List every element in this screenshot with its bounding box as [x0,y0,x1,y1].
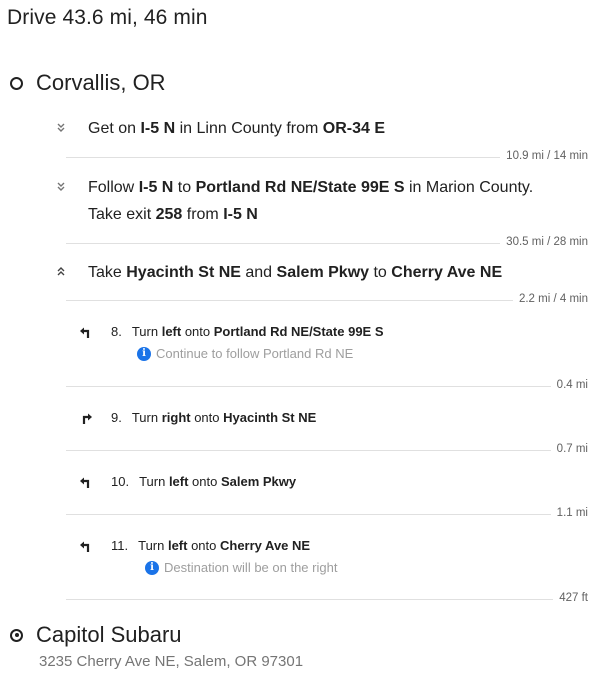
group-3-distance: 2.2 mi / 4 min [512,293,588,305]
chevron-down-icon[interactable] [55,181,67,193]
separator [66,386,588,387]
group-2-distance: 30.5 mi / 28 min [500,236,588,248]
chevron-down-icon[interactable] [55,122,67,134]
turn-left-icon [80,327,90,338]
group-1-instruction: Get on I-5 N in Linn County from OR-34 E [88,120,386,137]
turn-left-icon [80,541,90,552]
step-9-text: 9. Turn right onto Hyacinth St NE [111,410,317,425]
step-11-note: i Destination will be on the right [145,560,337,575]
step-10-text: 10. Turn left onto Salem Pkwy [111,474,297,489]
step-8-distance: 0.4 mi [550,379,588,391]
destination-row[interactable]: Capitol Subaru [10,622,182,648]
destination-name: Capitol Subaru [36,622,182,647]
origin-circle-icon [10,76,23,90]
chevron-up-icon[interactable] [55,266,67,278]
turn-right-icon [82,413,92,424]
destination-address: 3235 Cherry Ave NE, Salem, OR 97301 [39,653,304,670]
separator [66,300,588,301]
step-11-text: 11. Turn left onto Cherry Ave NE [111,538,311,553]
step-10-distance: 1.1 mi [550,507,588,519]
origin-name: Corvallis, OR [36,70,166,95]
separator [66,599,588,600]
group-1-distance: 10.9 mi / 14 min [500,150,588,162]
separator [66,514,588,515]
destination-circle-icon [10,628,23,642]
group-2-instruction: Follow I-5 N to Portland Rd NE/State 99E… [88,179,534,223]
step-8-text: 8. Turn left onto Portland Rd NE/State 99… [111,324,384,339]
step-11-distance: 427 ft [553,592,588,604]
step-9-distance: 0.7 mi [550,443,588,455]
step-8-note: i Continue to follow Portland Rd NE [137,346,353,361]
separator [66,450,588,451]
info-icon: i [145,560,159,575]
origin-row[interactable]: Corvallis, OR [10,70,166,96]
info-icon: i [137,346,151,361]
group-3-instruction: Take Hyacinth St NE and Salem Pkwy to Ch… [88,264,503,281]
turn-left-icon [80,477,90,488]
route-summary: Drive 43.6 mi, 46 min [7,6,208,29]
